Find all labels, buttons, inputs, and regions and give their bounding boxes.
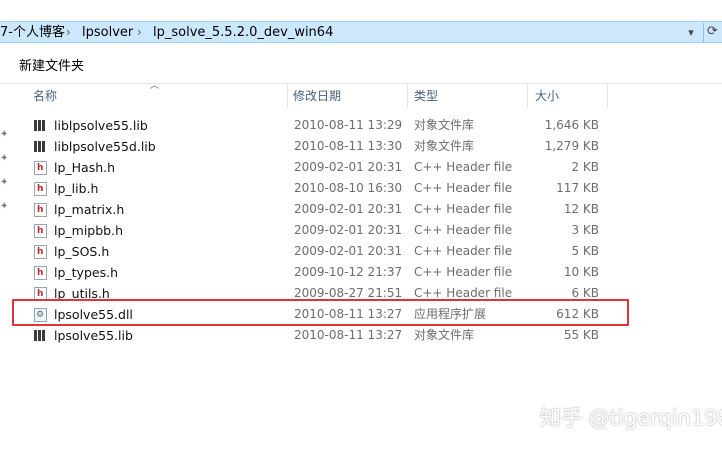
file-size: 117 KB — [556, 181, 599, 195]
pin-icon[interactable]: ✦ — [0, 201, 10, 213]
file-modified-date: 2010-08-11 13:27 — [294, 328, 403, 342]
file-row[interactable]: lpsolve55.lib 2010-08-11 13:27 对象文件库 55 KB — [14, 325, 626, 346]
breadcrumb-current-folder[interactable]: lp_solve_5.5.2.0_dev_win64 — [153, 24, 333, 41]
breadcrumb-separator[interactable]: › — [137, 24, 142, 41]
file-modified-date: 2010-08-11 13:30 — [294, 139, 403, 153]
highlight-box — [12, 299, 629, 326]
file-modified-date: 2009-02-01 20:31 — [294, 202, 403, 216]
file-name: lp_matrix.h — [54, 202, 125, 217]
breadcrumb-lpsolver[interactable]: lpsolver — [82, 24, 133, 41]
file-name: lp_lib.h — [54, 181, 99, 196]
file-size: 55 KB — [563, 328, 599, 342]
file-name: lp_Hash.h — [54, 160, 116, 175]
file-name: liblpsolve55.lib — [54, 118, 148, 133]
column-divider[interactable] — [527, 84, 528, 108]
file-size: 3 KB — [571, 223, 599, 237]
file-name: lp_SOS.h — [54, 244, 110, 259]
library-icon — [34, 119, 47, 133]
watermark: 知乎 @tigerqin1980 — [540, 406, 722, 430]
address-divider — [703, 23, 704, 42]
file-modified-date: 2010-08-11 13:29 — [294, 118, 403, 132]
header-file-icon: h — [34, 224, 47, 238]
file-row[interactable]: h lp_types.h 2009-10-12 21:37 C++ Header fi… — [14, 262, 626, 283]
file-row[interactable]: h lp_matrix.h 2009-02-01 20:31 C++ Header f… — [14, 199, 626, 220]
column-header-size[interactable]: 大小 — [535, 84, 559, 108]
file-row[interactable]: h lp_Hash.h 2009-02-01 20:31 C++ Header fil… — [14, 157, 626, 178]
file-type: 对象文件库 — [414, 139, 475, 153]
pin-icon[interactable]: ✦ — [0, 153, 10, 165]
file-type: 对象文件库 — [414, 328, 475, 342]
breadcrumb-separator[interactable]: › — [66, 24, 71, 41]
file-size: 12 KB — [563, 202, 599, 216]
file-type: C++ Header file — [414, 181, 513, 195]
header-file-icon: h — [34, 161, 47, 175]
file-modified-date: 2009-02-01 20:31 — [294, 244, 403, 258]
pin-icon[interactable]: ✦ — [0, 177, 10, 189]
file-size: 10 KB — [563, 265, 599, 279]
header-file-icon: h — [34, 266, 47, 280]
file-type: C++ Header file — [414, 160, 513, 174]
command-bar: 新建文件夹 — [0, 50, 722, 84]
header-file-icon: h — [34, 182, 47, 196]
file-type: C++ Header file — [414, 265, 513, 279]
file-size: 5 KB — [571, 244, 599, 258]
column-divider[interactable] — [407, 84, 408, 108]
file-name: lpsolve55.lib — [54, 328, 133, 343]
file-row[interactable]: h lp_mipbb.h 2009-02-01 20:31 C++ Header fi… — [14, 220, 626, 241]
file-type: 对象文件库 — [414, 118, 475, 132]
file-type: C++ Header file — [414, 244, 513, 258]
file-type: C++ Header file — [414, 223, 513, 237]
file-size: 1,646 KB — [544, 118, 599, 132]
new-folder-button[interactable]: 新建文件夹 — [19, 58, 84, 75]
file-row[interactable]: liblpsolve55d.lib 2010-08-11 13:30 对象文件库 1,… — [14, 136, 626, 157]
file-modified-date: 2009-02-01 20:31 — [294, 160, 403, 174]
file-name: liblpsolve55d.lib — [54, 139, 156, 154]
file-type: C++ Header file — [414, 202, 513, 216]
file-row[interactable]: h lp_lib.h 2010-08-10 16:30 C++ Header file… — [14, 178, 626, 199]
refresh-icon[interactable]: ⟳ — [707, 22, 722, 42]
sort-ascending-icon: ︿ — [150, 81, 160, 91]
file-name: lp_types.h — [54, 265, 118, 280]
file-modified-date: 2010-08-10 16:30 — [294, 181, 403, 195]
file-row[interactable]: h lp_SOS.h 2009-02-01 20:31 C++ Header file… — [14, 241, 626, 262]
column-divider[interactable] — [287, 84, 288, 108]
address-area: 7-个人博客 › lpsolver › lp_solve_5.5.2.0_dev… — [0, 0, 722, 50]
file-size: 1,279 KB — [544, 139, 599, 153]
file-row[interactable]: liblpsolve55.lib 2010-08-11 13:29 对象文件库 1,6… — [14, 115, 626, 136]
header-file-icon: h — [34, 203, 47, 217]
file-modified-date: 2009-02-01 20:31 — [294, 223, 403, 237]
column-header-type[interactable]: 类型 — [414, 84, 438, 108]
header-file-icon: h — [34, 245, 47, 259]
breadcrumb-blog[interactable]: 7-个人博客 — [0, 24, 65, 41]
library-icon — [34, 140, 47, 154]
library-icon — [34, 329, 47, 343]
pin-icon[interactable]: ✦ — [0, 129, 10, 141]
chevron-down-icon[interactable]: ▾ — [684, 24, 698, 41]
file-size: 2 KB — [571, 160, 599, 174]
column-header-modified[interactable]: 修改日期 — [293, 84, 341, 108]
column-divider[interactable] — [607, 84, 608, 108]
column-header-name[interactable]: 名称 — [33, 84, 57, 108]
address-bar[interactable]: 7-个人博客 › lpsolver › lp_solve_5.5.2.0_dev… — [0, 21, 722, 43]
file-modified-date: 2009-10-12 21:37 — [294, 265, 403, 279]
file-name: lp_mipbb.h — [54, 223, 124, 238]
